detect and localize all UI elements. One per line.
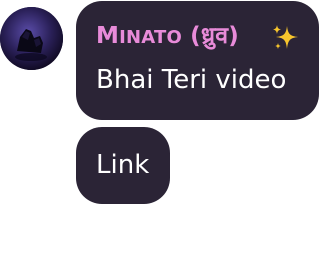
author-name-initial: M [96,23,120,49]
author-name-rest: INATO [119,27,182,48]
author-name-suffix: (ध्रुव) [181,23,239,49]
avatar-image [0,7,63,70]
message-text: Bhai Teri video [96,65,287,95]
chat-thread: MINATO (ध्रुव) Bhai Teri video Link [0,0,320,259]
sparkles-icon [273,25,298,49]
message-text: Link [96,150,150,180]
author-name[interactable]: MINATO (ध्रुव) [96,22,239,52]
avatar[interactable] [0,7,63,70]
message-bubble[interactable] [76,1,319,120]
